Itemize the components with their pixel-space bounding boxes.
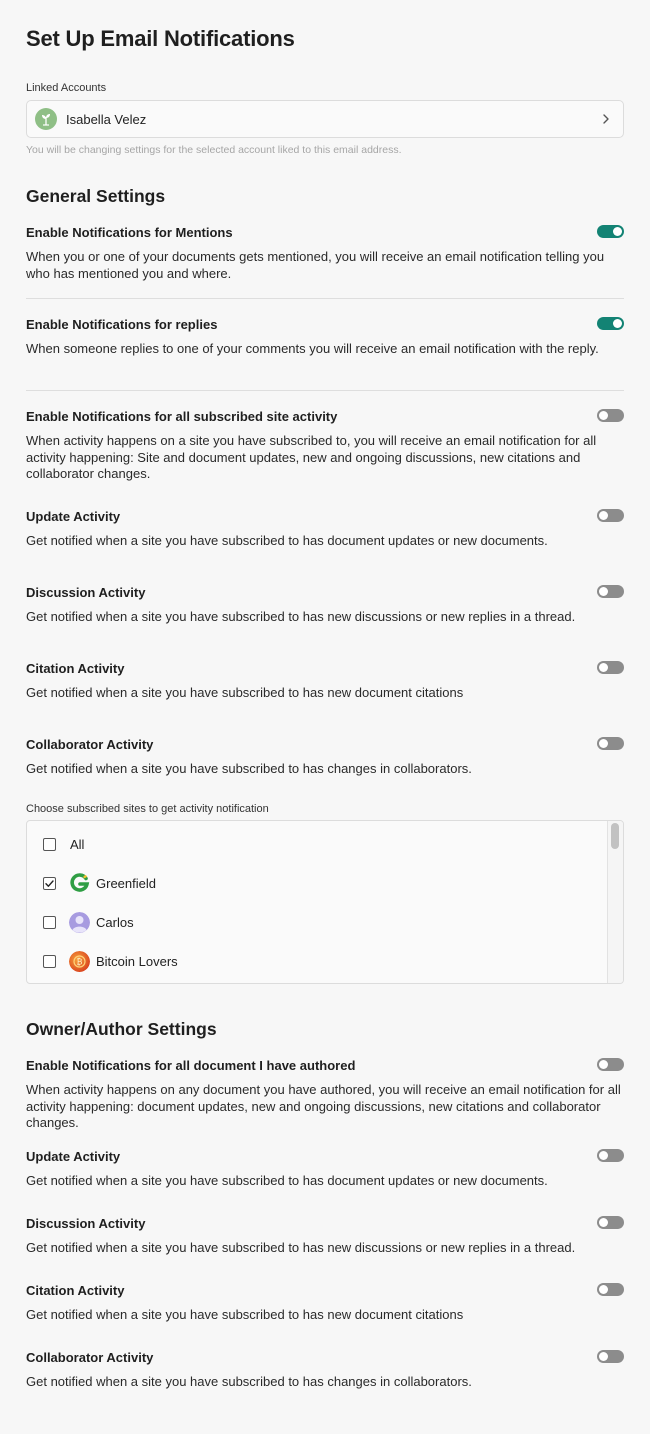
- chevron-right-icon: [603, 114, 609, 124]
- owner-discussion-activity-title: Discussion Activity: [26, 1216, 146, 1231]
- scrollbar[interactable]: [607, 821, 623, 983]
- toggle-knob: [599, 511, 608, 520]
- replies-setting-title: Enable Notifications for replies: [26, 317, 218, 332]
- site-name: Bitcoin Lovers: [96, 953, 178, 969]
- mentions-setting-description: When you or one of your documents gets m…: [26, 249, 605, 281]
- owner-collaborator-activity-description: Get notified when a site you have subscr…: [26, 1374, 472, 1389]
- site-activity-setting-description: When activity happens on a site you have…: [26, 433, 597, 481]
- linked-account-selector[interactable]: Isabella Velez: [26, 100, 624, 138]
- collaborator-activity-setting-title: Collaborator Activity: [26, 737, 154, 752]
- owner-settings-heading: Owner/Author Settings: [26, 1019, 217, 1039]
- divider: [26, 298, 624, 299]
- owner-collaborator-activity-title: Collaborator Activity: [26, 1350, 154, 1365]
- owner-update-activity-title: Update Activity: [26, 1149, 121, 1164]
- general-settings-heading: General Settings: [26, 186, 166, 206]
- authored-setting-title: Enable Notifications for all document I …: [26, 1058, 356, 1073]
- citation-activity-toggle[interactable]: [597, 661, 624, 674]
- update-activity-setting-title: Update Activity: [26, 509, 121, 524]
- page-title: Set Up Email Notifications: [26, 26, 295, 51]
- sprout-icon: [35, 108, 57, 130]
- replies-setting-description: When someone replies to one of your comm…: [26, 341, 599, 356]
- site-option-greenfield[interactable]: Greenfield: [43, 872, 156, 893]
- subscribed-sites-list: All Greenfield Carlos ₿ Bitcoin Lovers: [26, 820, 624, 984]
- scrollbar-thumb[interactable]: [611, 823, 619, 849]
- svg-text:₿: ₿: [77, 957, 83, 966]
- discussion-activity-toggle[interactable]: [597, 585, 624, 598]
- site-option-carlos[interactable]: Carlos: [43, 911, 134, 933]
- checkbox[interactable]: [43, 837, 56, 851]
- toggle-knob: [599, 1352, 608, 1361]
- greenfield-logo-icon: [70, 872, 90, 892]
- update-activity-toggle[interactable]: [597, 509, 624, 522]
- toggle-knob: [599, 663, 608, 672]
- citation-activity-setting-title: Citation Activity: [26, 661, 125, 676]
- linked-accounts-label: Linked Accounts: [26, 82, 107, 94]
- toggle-knob: [599, 1060, 608, 1069]
- discussion-activity-setting-title: Discussion Activity: [26, 585, 146, 600]
- linked-account-name: Isabella Velez: [66, 111, 147, 127]
- toggle-knob: [599, 587, 608, 596]
- checkmark-icon: [45, 879, 54, 887]
- toggle-knob: [599, 411, 608, 420]
- checkbox[interactable]: [43, 954, 56, 968]
- owner-citation-activity-description: Get notified when a site you have subscr…: [26, 1307, 464, 1322]
- mentions-toggle[interactable]: [597, 225, 624, 238]
- linked-account-hint: You will be changing settings for the se…: [26, 144, 402, 156]
- toggle-knob: [599, 1218, 608, 1227]
- collaborator-activity-toggle[interactable]: [597, 737, 624, 750]
- owner-citation-activity-toggle[interactable]: [597, 1283, 624, 1296]
- update-activity-setting-description: Get notified when a site you have subscr…: [26, 533, 548, 548]
- owner-citation-activity-title: Citation Activity: [26, 1283, 125, 1298]
- owner-discussion-activity-description: Get notified when a site you have subscr…: [26, 1240, 576, 1255]
- toggle-knob: [613, 319, 622, 328]
- collaborator-activity-setting-description: Get notified when a site you have subscr…: [26, 761, 472, 776]
- site-name: Greenfield: [96, 875, 156, 891]
- checkbox-checked[interactable]: [43, 876, 56, 890]
- checkbox[interactable]: [43, 915, 56, 929]
- replies-toggle[interactable]: [597, 317, 624, 330]
- subscribed-sites-label: Choose subscribed sites to get activity …: [26, 803, 269, 815]
- authored-setting-description: When activity happens on any document yo…: [26, 1082, 621, 1130]
- authored-toggle[interactable]: [597, 1058, 624, 1071]
- toggle-knob: [613, 227, 622, 236]
- toggle-knob: [599, 1151, 608, 1160]
- site-name: All: [70, 836, 85, 852]
- toggle-knob: [599, 739, 608, 748]
- site-option-all[interactable]: All: [43, 834, 84, 854]
- site-name: Carlos: [96, 914, 134, 930]
- citation-activity-setting-description: Get notified when a site you have subscr…: [26, 685, 464, 700]
- site-activity-toggle[interactable]: [597, 409, 624, 422]
- owner-collaborator-activity-toggle[interactable]: [597, 1350, 624, 1363]
- site-option-bitcoin-lovers[interactable]: ₿ Bitcoin Lovers: [43, 950, 178, 972]
- mentions-setting-title: Enable Notifications for Mentions: [26, 225, 233, 240]
- discussion-activity-setting-description: Get notified when a site you have subscr…: [26, 609, 576, 624]
- owner-discussion-activity-toggle[interactable]: [597, 1216, 624, 1229]
- bitcoin-logo-icon: ₿: [69, 950, 90, 972]
- person-avatar-icon: [69, 911, 90, 933]
- owner-update-activity-description: Get notified when a site you have subscr…: [26, 1173, 548, 1188]
- site-activity-setting-title: Enable Notifications for all subscribed …: [26, 409, 338, 424]
- owner-update-activity-toggle[interactable]: [597, 1149, 624, 1162]
- divider: [26, 390, 624, 391]
- toggle-knob: [599, 1285, 608, 1294]
